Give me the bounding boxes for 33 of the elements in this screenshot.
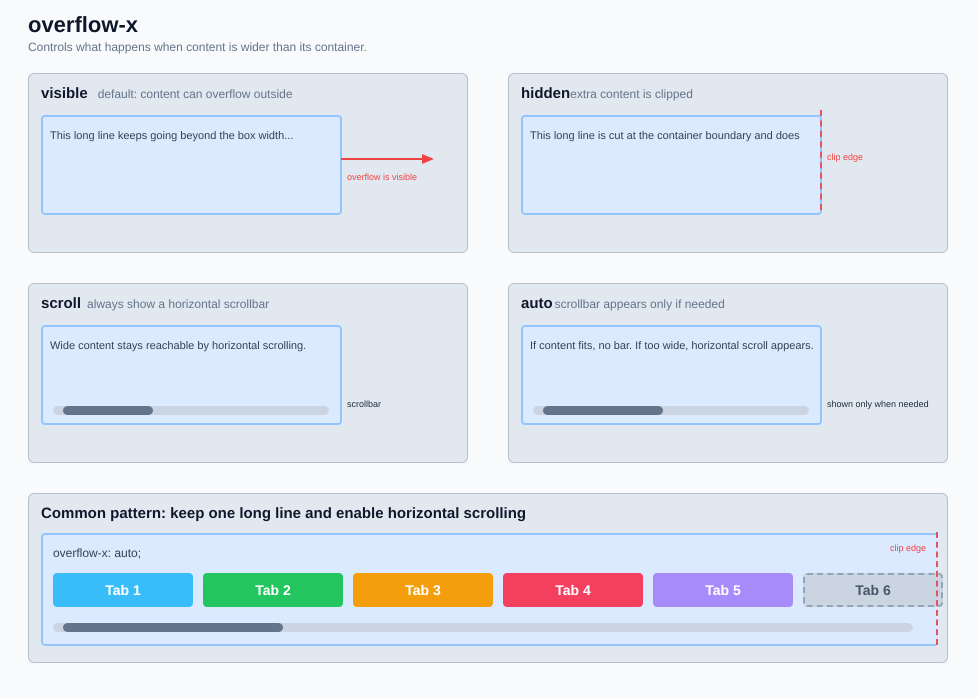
value-label: visible — [41, 84, 88, 104]
scrollbar-track[interactable] — [53, 623, 913, 632]
value-description: always show a horizontal scrollbar — [87, 296, 270, 313]
pattern-title: Common pattern: keep one long line and enable horizontal scrolling — [41, 505, 528, 523]
annotation-label: scrollbar — [347, 398, 382, 411]
value-label: scroll — [41, 294, 82, 314]
scrollbar-thumb[interactable] — [63, 406, 153, 414]
demo-text: If content fits, no bar. If too wide, horizontal scroll appears. — [530, 338, 814, 354]
tab-button[interactable]: Tab 2 — [203, 573, 343, 607]
value-description: scrollbar appears only if needed — [554, 296, 725, 313]
tab-button[interactable]: Tab 4 — [503, 573, 643, 607]
value-description: extra content is clipped — [570, 86, 693, 103]
demo-text: Wide content stays reachable by horizontal scrolling. — [50, 338, 306, 354]
scrollbar-thumb[interactable] — [63, 623, 283, 632]
scrollbar-track[interactable] — [53, 406, 329, 414]
annotation-label: shown only when needed — [827, 398, 929, 411]
page-subtitle: Controls what happens when content is wider than its container. — [28, 39, 368, 55]
scrollbar-track[interactable] — [533, 406, 809, 414]
page-title: overflow-x — [28, 12, 140, 38]
scrollbar-thumb[interactable] — [543, 406, 663, 414]
code-text: overflow-x: auto; — [53, 546, 142, 561]
demo-text: This long line keeps going beyond the box width... — [50, 128, 294, 144]
tab-button[interactable]: Tab 3 — [353, 573, 493, 607]
tab-button[interactable]: Tab 6 — [803, 573, 943, 607]
value-description: default: content can overflow outside — [98, 86, 292, 103]
demo-text: This long line is cut at the container boundary and does — [530, 128, 800, 144]
value-label: hidden — [521, 84, 570, 104]
annotation-label: clip edge — [890, 542, 926, 555]
annotation-label: overflow is visible — [347, 171, 418, 184]
value-label: auto — [521, 294, 553, 314]
annotation-label: clip edge — [827, 151, 864, 164]
tab-button[interactable]: Tab 1 — [53, 573, 193, 607]
tab-button[interactable]: Tab 5 — [653, 573, 793, 607]
